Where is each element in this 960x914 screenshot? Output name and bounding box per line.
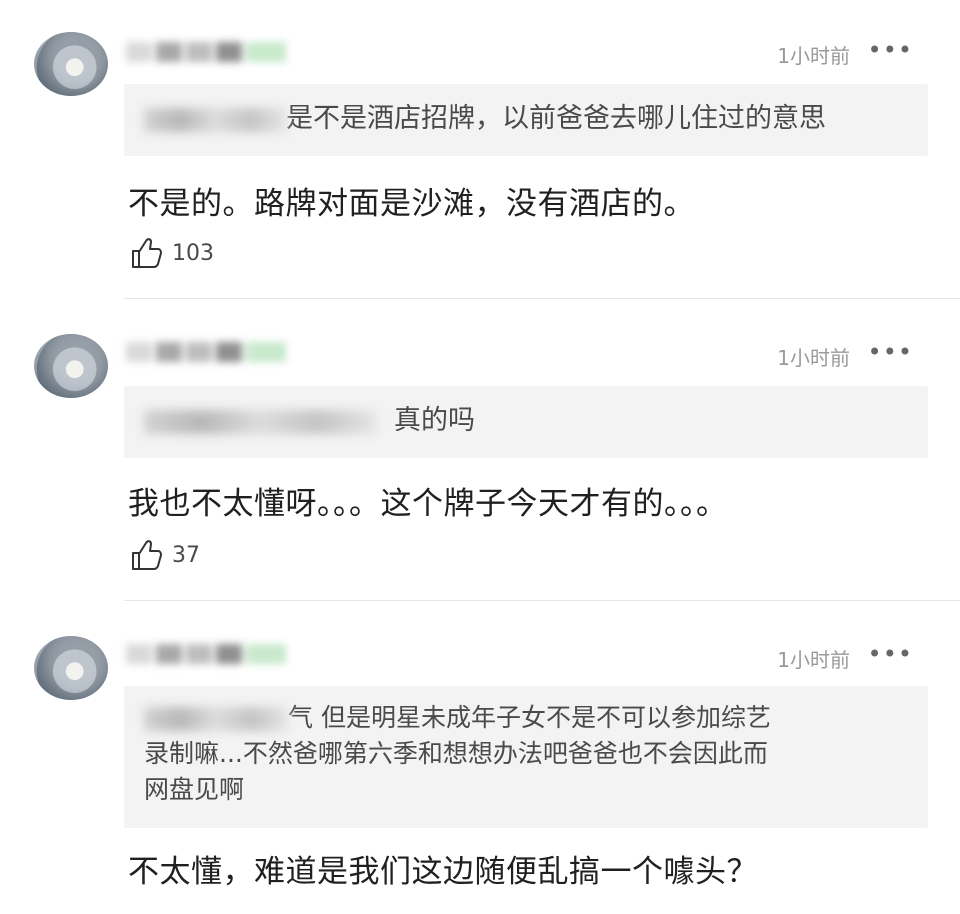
quoted-reply[interactable]: 是不是酒店招牌，以前爸爸去哪儿住过的意思 xyxy=(124,84,928,156)
quoted-reply[interactable]: 气 但是明星未成年子女不是不可以参加综艺 录制嘛...不然爸哪第六季和想想办法吧… xyxy=(124,686,928,828)
quote-text-line-1: 气 但是明星未成年子女不是不可以参加综艺 xyxy=(288,703,771,732)
timestamp: 1小时前 xyxy=(777,44,850,68)
quote-text-line-2: 录制嘛...不然爸哪第六季和想想办法吧爸爸也不会因此而 xyxy=(144,739,768,768)
username-blurred[interactable] xyxy=(126,642,306,666)
like-button[interactable]: 103 xyxy=(130,236,214,270)
comment-3: 1小时前 ••• 气 但是明星未成年子女不是不可以参加综艺 录制嘛...不然爸哪… xyxy=(0,602,960,914)
avatar[interactable] xyxy=(34,334,108,398)
quote-text: 是不是酒店招牌，以前爸爸去哪儿住过的意思 xyxy=(286,103,826,134)
more-dots-icon[interactable]: ••• xyxy=(868,640,913,668)
comment-text: 不是的。路牌对面是沙滩，没有酒店的。 xyxy=(128,186,695,222)
like-button[interactable]: 37 xyxy=(130,538,200,572)
quote-text-line-3: 网盘见啊 xyxy=(144,775,245,804)
username-blurred[interactable] xyxy=(126,340,306,364)
like-count: 103 xyxy=(172,240,214,266)
divider xyxy=(124,298,960,299)
avatar[interactable] xyxy=(34,636,108,700)
comment-text: 不太懂，难道是我们这边随便乱搞一个噱头？ xyxy=(128,854,758,890)
quoted-reply[interactable]: 真的吗 xyxy=(124,386,928,458)
blurred-username xyxy=(144,409,376,434)
comment-1: 1小时前 ••• 是不是酒店招牌，以前爸爸去哪儿住过的意思 不是的。路牌对面是沙… xyxy=(0,0,960,300)
blurred-username xyxy=(144,107,286,132)
username-blurred[interactable] xyxy=(126,40,306,64)
timestamp: 1小时前 xyxy=(777,346,850,370)
comment-text: 我也不太懂呀。。。这个牌子今天才有的。。。 xyxy=(128,486,728,522)
timestamp: 1小时前 xyxy=(777,648,850,672)
comment-2: 1小时前 ••• 真的吗 我也不太懂呀。。。这个牌子今天才有的。。。 37 xyxy=(0,300,960,600)
thumbs-up-icon xyxy=(132,238,162,268)
quote-text: 真的吗 xyxy=(394,405,475,436)
more-dots-icon[interactable]: ••• xyxy=(868,36,913,64)
avatar[interactable] xyxy=(34,32,108,96)
blurred-username xyxy=(144,707,288,731)
more-dots-icon[interactable]: ••• xyxy=(868,338,913,366)
divider xyxy=(124,600,960,601)
thumbs-up-icon xyxy=(132,540,162,570)
like-count: 37 xyxy=(172,542,200,568)
